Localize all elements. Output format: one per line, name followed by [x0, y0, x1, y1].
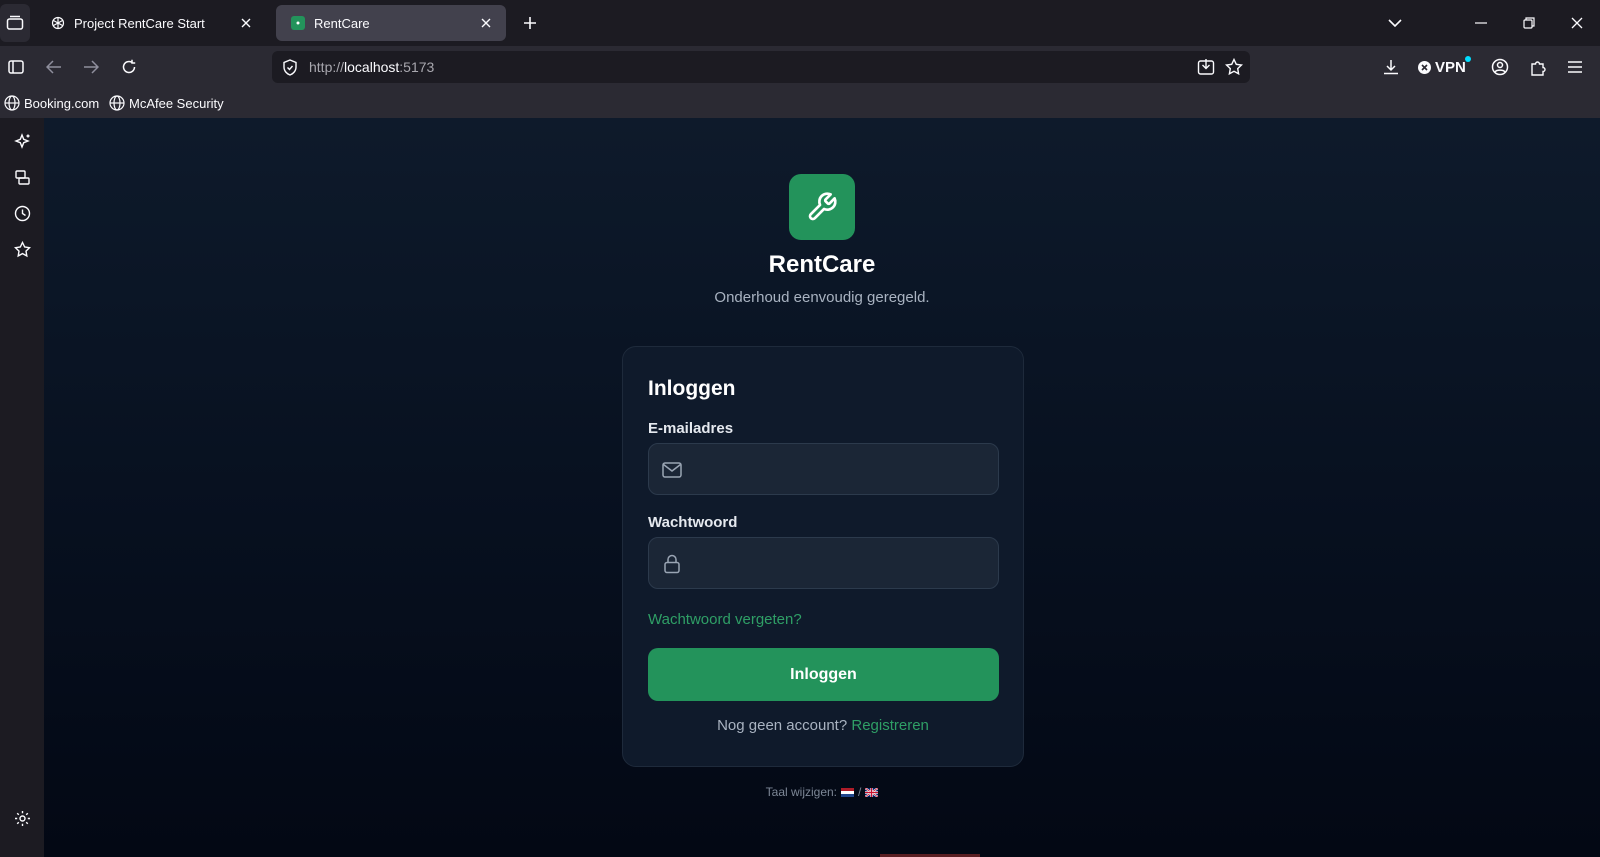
- globe-icon: [4, 95, 20, 111]
- close-window-button[interactable]: [1564, 10, 1590, 36]
- menu-button[interactable]: [1561, 53, 1589, 81]
- forgot-password-link[interactable]: Wachtwoord vergeten?: [648, 611, 802, 628]
- shield-icon[interactable]: [280, 57, 300, 77]
- bookmark-booking[interactable]: Booking.com: [4, 94, 99, 112]
- account-icon: [1491, 58, 1509, 76]
- address-bar[interactable]: http://localhost:5173: [272, 51, 1250, 83]
- star-icon: [13, 240, 31, 257]
- restore-button[interactable]: [1516, 10, 1542, 36]
- tab-close-icon[interactable]: [476, 13, 496, 33]
- email-label: E-mailadres: [648, 420, 734, 437]
- synced-tabs-icon: [14, 169, 30, 185]
- bookmark-label: Booking.com: [24, 95, 100, 111]
- app-tagline: Onderhoud eenvoudig geregeld.: [714, 289, 930, 306]
- tab-rentcare[interactable]: RentCare: [276, 5, 506, 41]
- vpn-label: VPN: [1435, 58, 1466, 76]
- save-page-icon[interactable]: [1195, 56, 1217, 78]
- tab-title: Project RentCare Start: [74, 15, 205, 31]
- arrow-right-icon: [84, 60, 99, 74]
- mail-icon: [661, 459, 683, 481]
- gb-flag-icon[interactable]: [865, 787, 879, 797]
- tab-close-icon[interactable]: [236, 13, 256, 33]
- minimize-button[interactable]: [1468, 10, 1494, 36]
- sidebar-settings-button[interactable]: [5, 803, 39, 833]
- bookmark-star-icon[interactable]: [1223, 56, 1245, 78]
- extensions-button[interactable]: [1524, 53, 1552, 81]
- language-label: Taal wijzigen:: [765, 785, 838, 799]
- openai-favicon-icon: [50, 15, 66, 31]
- email-input[interactable]: [695, 444, 991, 494]
- no-account-text: Nog geen account?: [717, 717, 848, 734]
- tab-title: RentCare: [314, 15, 370, 31]
- vpn-status-dot: [1465, 56, 1471, 62]
- password-input[interactable]: [695, 538, 991, 588]
- plus-icon: [524, 17, 536, 29]
- password-field[interactable]: [648, 537, 999, 589]
- sidebar-synced-tabs-button[interactable]: [5, 162, 39, 192]
- url-text[interactable]: http://localhost:5173: [309, 59, 434, 75]
- tab-project-rentcare-start[interactable]: Project RentCare Start: [36, 5, 266, 41]
- close-icon: [1571, 17, 1583, 29]
- rentcare-favicon-icon: [290, 15, 306, 31]
- sidebar-history-button[interactable]: [5, 198, 39, 228]
- lock-icon: [661, 553, 683, 575]
- wrench-icon: [808, 192, 837, 221]
- account-button[interactable]: [1486, 53, 1514, 81]
- forward-button[interactable]: [77, 53, 105, 81]
- language-switcher: Taal wijzigen: /: [44, 785, 1600, 799]
- login-card: Inloggen E-mailadres Wachtwoord Wachtwoo…: [622, 346, 1024, 767]
- sidebar-toggle-button[interactable]: [2, 53, 30, 81]
- password-label: Wachtwoord: [648, 514, 738, 531]
- folder-tabs-icon: [6, 15, 24, 30]
- app-logo: [789, 174, 855, 240]
- chevron-down-icon: [1388, 19, 1402, 27]
- back-button[interactable]: [40, 53, 68, 81]
- arrow-left-icon: [46, 60, 61, 74]
- minimize-icon: [1475, 22, 1487, 24]
- sidebar-icon: [8, 60, 24, 74]
- new-tab-button[interactable]: [518, 11, 542, 35]
- language-separator: /: [858, 785, 862, 799]
- navigation-toolbar: http://localhost:5173 VPN: [0, 46, 1600, 88]
- clock-icon: [14, 205, 30, 221]
- vpn-button[interactable]: VPN: [1418, 56, 1471, 78]
- list-all-tabs-button[interactable]: [1382, 10, 1408, 36]
- globe-icon: [109, 95, 125, 111]
- sparkle-icon: [13, 132, 30, 149]
- page-content: RentCare Onderhoud eenvoudig geregeld. I…: [44, 118, 1600, 857]
- tab-overview-button[interactable]: [0, 4, 30, 42]
- reload-button[interactable]: [115, 53, 143, 81]
- downloads-button[interactable]: [1377, 53, 1405, 81]
- hamburger-icon: [1568, 61, 1582, 73]
- app-brand-name: RentCare: [768, 251, 876, 278]
- nl-flag-icon[interactable]: [841, 787, 855, 797]
- sidebar-ai-chatbot-button[interactable]: [5, 126, 39, 156]
- bookmarks-toolbar: Booking.com McAfee Security: [0, 88, 1600, 118]
- sidebar-bookmarks-button[interactable]: [5, 234, 39, 264]
- gear-icon: [14, 810, 30, 826]
- register-prompt: Nog geen account? Registreren: [623, 717, 1023, 734]
- puzzle-icon: [1530, 60, 1546, 76]
- download-icon: [1384, 60, 1398, 75]
- tab-strip: Project RentCare Start RentCare: [0, 0, 1600, 46]
- login-button[interactable]: Inloggen: [648, 648, 999, 701]
- email-field[interactable]: [648, 443, 999, 495]
- reload-icon: [122, 59, 136, 74]
- bookmark-label: McAfee Security: [129, 95, 224, 111]
- register-link[interactable]: Registreren: [851, 717, 929, 734]
- bookmark-mcafee[interactable]: McAfee Security: [109, 94, 224, 112]
- vpn-off-icon: [1418, 60, 1431, 74]
- browser-sidebar: [0, 118, 44, 857]
- login-title: Inloggen: [648, 377, 736, 400]
- restore-icon: [1523, 17, 1535, 29]
